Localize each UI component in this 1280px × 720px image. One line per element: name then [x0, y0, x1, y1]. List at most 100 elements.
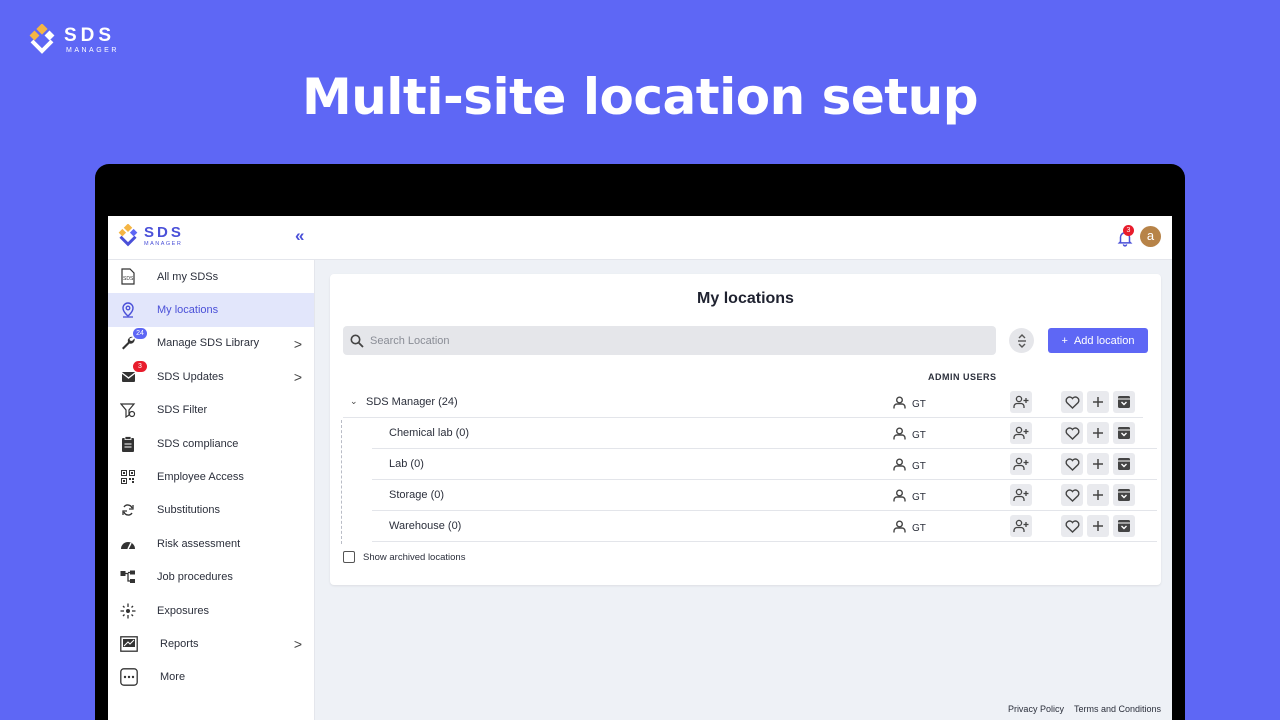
table-row[interactable]: Chemical lab (0) GT: [372, 418, 1157, 450]
sidebar-item-label: More: [160, 671, 186, 684]
plus-icon: [1093, 459, 1103, 470]
sidebar-item-risk-assessment[interactable]: Risk assessment: [108, 527, 314, 560]
admin-initials: GT: [912, 523, 926, 535]
chevron-right-icon: >: [293, 636, 302, 653]
search-input[interactable]: [370, 326, 970, 355]
archive-icon: [1118, 427, 1130, 440]
sidebar-item-employee-access[interactable]: Employee Access: [108, 460, 314, 493]
app-screen: SDS MANAGER « 3 a SDS All my SDSs My loc…: [108, 216, 1172, 720]
sort-button[interactable]: [1009, 328, 1034, 353]
add-user-button[interactable]: [1010, 484, 1032, 507]
admin-user: GT: [893, 487, 926, 503]
footer-links: Privacy Policy Terms and Conditions: [1008, 704, 1161, 714]
archive-button[interactable]: [1113, 391, 1135, 413]
sds-document-icon: SDS: [120, 268, 136, 285]
sidebar-item-label: Risk assessment: [157, 537, 241, 550]
sidebar-item-label: Employee Access: [157, 471, 244, 484]
chevron-right-icon: >: [293, 369, 302, 386]
show-archived-checkbox[interactable]: [343, 551, 355, 563]
table-row[interactable]: Lab (0) GT: [372, 449, 1157, 481]
sidebar-item-label: Manage SDS Library: [157, 337, 260, 350]
location-name[interactable]: SDS Manager (24): [366, 396, 458, 408]
favorite-button[interactable]: [1061, 391, 1083, 413]
sidebar-item-job-procedures[interactable]: Job procedures: [108, 561, 314, 594]
table-row[interactable]: Warehouse (0) GT: [372, 511, 1157, 543]
archive-button[interactable]: [1113, 422, 1135, 445]
search-icon: [350, 334, 364, 348]
table-row[interactable]: ⌄ SDS Manager (24) GT: [343, 387, 1143, 419]
sidebar-item-my-locations[interactable]: My locations: [108, 293, 314, 327]
sidebar-item-label: Job procedures: [157, 571, 233, 584]
location-name[interactable]: Warehouse (0): [389, 520, 461, 532]
brand-sub: MANAGER: [66, 47, 119, 54]
add-user-button[interactable]: [1010, 422, 1032, 445]
add-user-button[interactable]: [1010, 391, 1032, 413]
add-user-icon: [1013, 520, 1029, 533]
sidebar-item-all-sdss[interactable]: SDS All my SDSs: [108, 260, 314, 293]
terms-link[interactable]: Terms and Conditions: [1074, 704, 1161, 714]
swap-icon: [120, 502, 136, 518]
gauge-icon: [120, 536, 136, 552]
location-name[interactable]: Chemical lab (0): [389, 427, 469, 439]
collapse-sidebar-button[interactable]: «: [295, 226, 304, 246]
admin-user: GT: [893, 394, 926, 410]
app-logo[interactable]: SDS MANAGER: [116, 224, 184, 248]
table-row[interactable]: Storage (0) GT: [372, 480, 1157, 512]
add-sublocation-button[interactable]: [1087, 515, 1109, 538]
add-user-icon: [1013, 489, 1029, 502]
mail-icon: [120, 369, 136, 385]
sidebar-item-more[interactable]: More: [108, 661, 314, 694]
heart-icon: [1065, 426, 1079, 440]
wrench-icon: [120, 335, 136, 351]
sidebar-item-sds-updates[interactable]: 3 SDS Updates >: [108, 360, 314, 393]
favorite-button[interactable]: [1061, 515, 1083, 538]
add-location-button[interactable]: + Add location: [1048, 328, 1148, 353]
tree-connector-line: [341, 420, 342, 544]
archive-button[interactable]: [1113, 515, 1135, 538]
show-archived-toggle[interactable]: Show archived locations: [343, 551, 465, 563]
sidebar-item-reports[interactable]: Reports >: [108, 627, 314, 660]
avatar[interactable]: a: [1140, 226, 1161, 247]
add-sublocation-button[interactable]: [1087, 391, 1109, 413]
sort-icon: [1017, 333, 1026, 348]
add-user-button[interactable]: [1010, 515, 1032, 538]
privacy-policy-link[interactable]: Privacy Policy: [1008, 704, 1064, 714]
sidebar-item-sds-filter[interactable]: SDS Filter: [108, 394, 314, 427]
add-user-icon: [1013, 457, 1029, 471]
sidebar-item-substitutions[interactable]: Substitutions: [108, 494, 314, 527]
admin-initials: GT: [912, 492, 926, 504]
sidebar-item-label: SDS compliance: [157, 437, 239, 450]
admin-user: GT: [893, 518, 926, 534]
user-icon: [893, 396, 906, 408]
sidebar-item-label: My locations: [157, 304, 219, 317]
favorite-button[interactable]: [1061, 422, 1083, 445]
more-icon: [120, 668, 138, 687]
heart-icon: [1065, 489, 1079, 502]
sds-logo-icon: [118, 224, 138, 247]
favorite-button[interactable]: [1061, 453, 1083, 476]
location-name[interactable]: Lab (0): [389, 458, 424, 470]
add-sublocation-button[interactable]: [1087, 453, 1109, 476]
flow-chart-icon: [120, 569, 136, 585]
location-name[interactable]: Storage (0): [389, 489, 444, 501]
archive-button[interactable]: [1113, 453, 1135, 476]
sidebar-item-manage-sds-library[interactable]: 24 Manage SDS Library >: [108, 327, 314, 360]
admin-initials: GT: [912, 461, 926, 473]
add-sublocation-button[interactable]: [1087, 422, 1109, 445]
add-user-button[interactable]: [1010, 453, 1032, 476]
heart-icon: [1065, 395, 1079, 409]
user-icon: [893, 427, 906, 440]
qr-code-icon: [120, 469, 136, 485]
updates-count-badge: 3: [133, 361, 147, 373]
plus-icon: +: [1061, 334, 1068, 347]
archive-button[interactable]: [1113, 484, 1135, 507]
chevron-right-icon: >: [293, 335, 302, 352]
sidebar-item-exposures[interactable]: Exposures: [108, 594, 314, 627]
show-archived-label: Show archived locations: [363, 551, 466, 563]
sidebar-item-label: Exposures: [157, 604, 209, 617]
sidebar-item-sds-compliance[interactable]: SDS compliance: [108, 427, 314, 460]
user-icon: [893, 520, 906, 533]
favorite-button[interactable]: [1061, 484, 1083, 507]
chevron-down-icon[interactable]: ⌄: [350, 396, 358, 407]
add-sublocation-button[interactable]: [1087, 484, 1109, 507]
